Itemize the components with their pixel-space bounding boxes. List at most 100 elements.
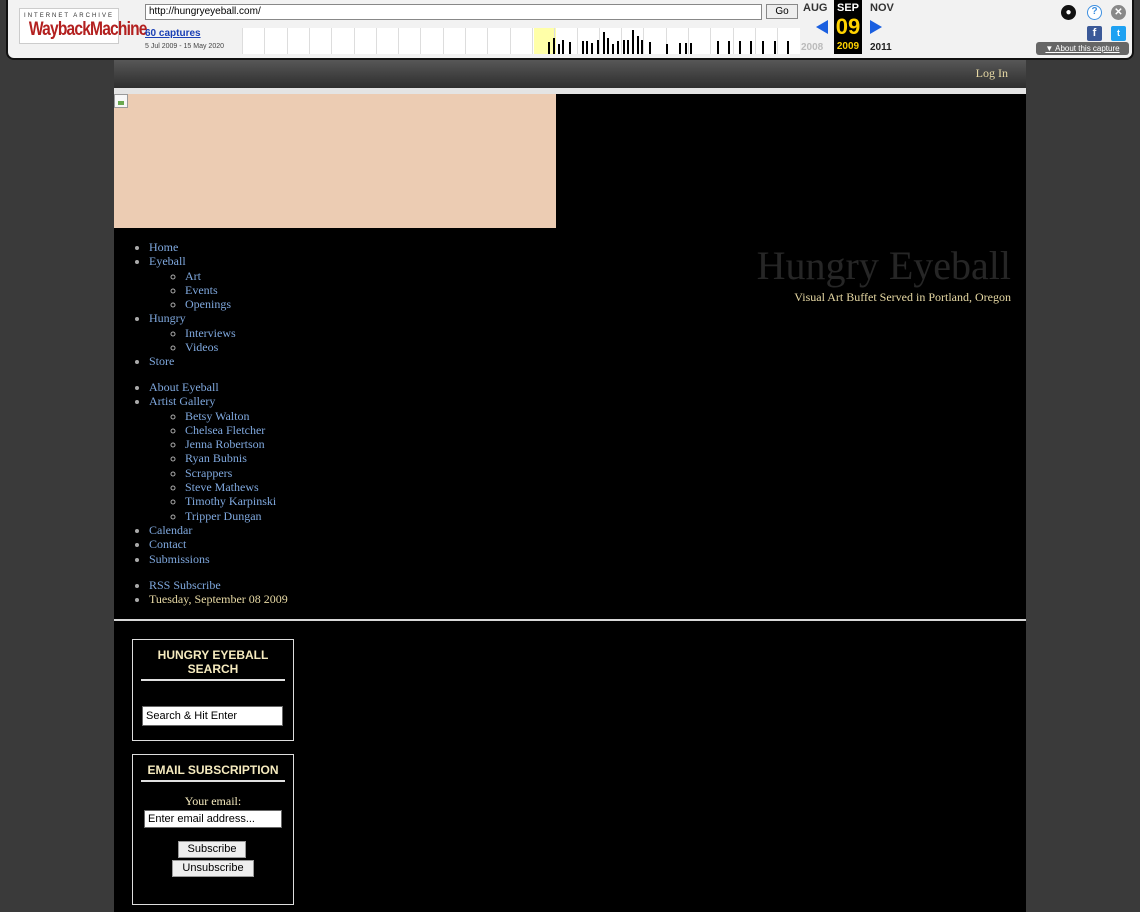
sparkline-year-column <box>777 28 779 54</box>
prev-capture-arrow-icon[interactable] <box>816 20 828 34</box>
nav-artist[interactable]: Jenna Robertson <box>185 437 265 451</box>
next-year[interactable]: 2011 <box>870 42 892 53</box>
subscribe-button[interactable]: Subscribe <box>178 841 246 858</box>
header-image <box>114 94 556 228</box>
nav-artist-gallery[interactable]: Artist Gallery <box>149 394 215 408</box>
pages-nav: About Eyeball Artist Gallery Betsy Walto… <box>114 380 276 566</box>
nav-artist[interactable]: Scrappers <box>185 466 232 480</box>
nav-art[interactable]: Art <box>185 269 201 283</box>
url-input[interactable]: http://hungryeyeball.com/ <box>145 4 762 20</box>
rss-subscribe-link[interactable]: RSS Subscribe <box>149 578 221 592</box>
sparkline-year-column <box>353 28 355 54</box>
top-bar: Log In <box>114 60 1026 88</box>
current-year: 2009 <box>836 41 860 52</box>
site-title[interactable]: Hungry Eyeball <box>757 244 1011 288</box>
sparkline-bar <box>586 41 588 54</box>
sparkline-year-column <box>643 28 645 54</box>
go-button[interactable]: Go <box>766 4 798 19</box>
capture-range: 5 Jul 2009 - 15 May 2020 <box>145 43 224 50</box>
nav-videos[interactable]: Videos <box>185 340 218 354</box>
sparkline-year-column <box>576 28 578 54</box>
help-icon[interactable]: ? <box>1087 5 1102 20</box>
sparkline-bar <box>679 43 681 54</box>
sparkline-bar <box>603 32 605 54</box>
sparkline-year-column <box>688 28 689 54</box>
broken-image-icon <box>114 94 128 108</box>
nav-artist[interactable]: Timothy Karpinski <box>185 494 276 508</box>
sparkline-bar <box>717 41 719 54</box>
close-icon[interactable]: ✕ <box>1111 5 1126 20</box>
sparkline-bar <box>728 41 730 54</box>
sparkline-year-column <box>465 28 466 54</box>
site-tagline: Visual Art Buffet Served in Portland, Or… <box>794 290 1011 304</box>
login-link[interactable]: Log In <box>976 66 1008 81</box>
nav-openings[interactable]: Openings <box>185 297 231 311</box>
nav-artist[interactable]: Betsy Walton <box>185 409 249 423</box>
wayback-toolbar: INTERNET ARCHIVE WaybackMachine http://h… <box>6 0 1134 60</box>
sparkline-bar <box>558 44 560 54</box>
facebook-icon[interactable]: f <box>1087 26 1102 41</box>
sparkline-bar <box>750 41 752 54</box>
sparkline-year-column <box>308 28 310 54</box>
captures-link[interactable]: 60 captures <box>145 28 201 39</box>
meta-nav: RSS Subscribe Tuesday, September 08 2009 <box>114 578 288 607</box>
sparkline-bar <box>582 41 584 54</box>
sparkline-year-column <box>442 28 444 54</box>
sparkline-year-column <box>732 28 734 54</box>
sparkline-year-column <box>621 28 623 54</box>
sparkline-bar <box>774 41 776 54</box>
nav-calendar[interactable]: Calendar <box>149 523 192 537</box>
search-input[interactable]: Search & Hit Enter <box>142 706 283 726</box>
prev-month-link[interactable]: AUG <box>803 2 827 14</box>
nav-artist[interactable]: Chelsea Fletcher <box>185 423 265 437</box>
sparkline-bar <box>607 38 609 54</box>
sparkline-bar <box>627 40 629 54</box>
nav-home[interactable]: Home <box>149 240 178 254</box>
email-input[interactable]: Enter email address... <box>144 810 282 828</box>
prev-year[interactable]: 2008 <box>801 42 823 53</box>
nav-eyeball[interactable]: Eyeball <box>149 254 186 268</box>
sparkline-year-column <box>710 28 712 54</box>
sparkline-year-column <box>420 28 422 54</box>
nav-interviews[interactable]: Interviews <box>185 326 236 340</box>
sparkline-bar <box>641 40 643 54</box>
capture-sparkline[interactable] <box>242 28 800 54</box>
nav-submissions[interactable]: Submissions <box>149 552 210 566</box>
sparkline-year-column <box>487 28 489 54</box>
nav-hungry[interactable]: Hungry <box>149 311 186 325</box>
email-subscription-widget: EMAIL SUBSCRIPTION Your email: Enter ema… <box>132 754 294 905</box>
current-month: SEP <box>836 2 859 14</box>
sparkline-bar <box>637 36 639 54</box>
sparkline-bar <box>591 43 593 54</box>
sparkline-year-column <box>398 28 400 54</box>
nav-events[interactable]: Events <box>185 283 218 297</box>
nav-artist[interactable]: Tripper Dungan <box>185 509 262 523</box>
email-widget-title: EMAIL SUBSCRIPTION <box>141 763 285 782</box>
sparkline-bar <box>553 38 555 54</box>
next-capture-arrow-icon[interactable] <box>870 20 882 34</box>
current-capture-date: SEP 09 2009 <box>834 0 862 54</box>
nav-store[interactable]: Store <box>149 354 174 368</box>
sparkline-bar <box>597 40 599 54</box>
user-icon[interactable]: ● <box>1061 5 1076 20</box>
sparkline-bar <box>787 41 789 54</box>
sparkline-year-column <box>375 28 377 54</box>
unsubscribe-button[interactable]: Unsubscribe <box>172 860 254 877</box>
about-capture-label: About this capture <box>1055 44 1120 53</box>
content-divider <box>114 619 1026 621</box>
wayback-logo[interactable]: INTERNET ARCHIVE WaybackMachine <box>19 8 148 44</box>
nav-about[interactable]: About Eyeball <box>149 380 219 394</box>
logo-main-text: WaybackMachine <box>28 19 148 40</box>
nav-artist[interactable]: Ryan Bubnis <box>185 451 247 465</box>
nav-contact[interactable]: Contact <box>149 537 186 551</box>
sparkline-bar <box>548 42 550 54</box>
current-day: 09 <box>835 14 861 39</box>
email-label: Your email: <box>184 794 242 808</box>
sparkline-bar <box>562 40 564 54</box>
next-month-link[interactable]: NOV <box>870 2 894 14</box>
sparkline-bar <box>762 41 764 54</box>
about-capture-link[interactable]: ▼ About this capture <box>1036 42 1129 55</box>
nav-artist[interactable]: Steve Mathews <box>185 480 259 494</box>
twitter-icon[interactable]: t <box>1111 26 1126 41</box>
sparkline-bar <box>739 41 741 54</box>
